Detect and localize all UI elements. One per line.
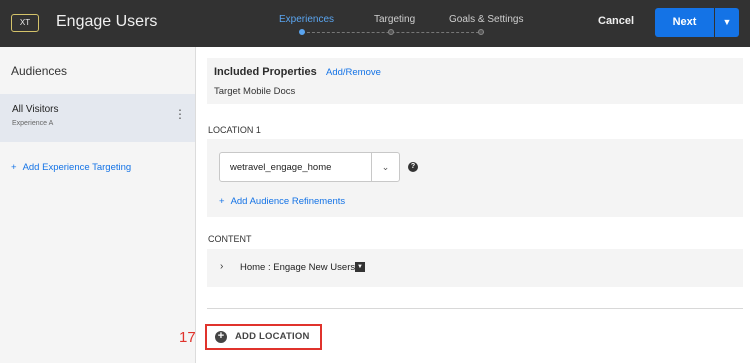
workflow-steps: Experiences Targeting Goals & Settings [260, 0, 560, 47]
chevron-right-icon[interactable]: › [220, 261, 223, 272]
next-options-button[interactable]: ▼ [715, 8, 739, 37]
add-experience-targeting-link[interactable]: + Add Experience Targeting [11, 162, 131, 173]
add-location-label: ADD LOCATION [235, 331, 310, 342]
content-panel: › Home : Engage New Users ▼ [207, 249, 743, 287]
add-audience-refinements-link[interactable]: + Add Audience Refinements [219, 196, 345, 207]
main-panel: Included Properties Add/Remove Target Mo… [197, 47, 750, 363]
chevron-down-icon: ▼ [722, 17, 732, 27]
property-name: Target Mobile Docs [214, 86, 296, 97]
step-experiences[interactable]: Experiences [279, 14, 334, 25]
location-panel: wetravel_engage_home ⌄ ? + Add Audience R… [207, 139, 743, 217]
more-options-icon[interactable]: ⋮ [174, 108, 186, 120]
audience-item-all-visitors[interactable]: All Visitors Experience A ⋮ [0, 94, 195, 142]
content-label: CONTENT [208, 234, 252, 244]
audience-name: All Visitors [12, 104, 59, 115]
activity-type-badge: XT [11, 14, 39, 32]
step-dot-goals [478, 29, 484, 35]
divider [207, 308, 743, 309]
add-audience-refinements-label: Add Audience Refinements [230, 196, 346, 207]
step-number-annotation: 17 [179, 329, 196, 346]
chevron-down-icon[interactable]: ⌄ [371, 153, 399, 181]
top-bar: XT Engage Users Experiences Targeting Go… [0, 0, 750, 47]
included-properties-panel: Included Properties Add/Remove Target Mo… [207, 58, 743, 104]
sidebar-title: Audiences [11, 64, 68, 78]
location-label: LOCATION 1 [208, 125, 261, 135]
plus-icon: + [11, 162, 17, 173]
step-targeting[interactable]: Targeting [374, 14, 415, 25]
help-icon[interactable]: ? [408, 162, 418, 172]
add-location-button[interactable]: + ADD LOCATION [205, 324, 322, 350]
location-select-value: wetravel_engage_home [230, 162, 332, 173]
add-experience-targeting-label: Add Experience Targeting [22, 162, 132, 173]
plus-icon: + [219, 196, 225, 207]
next-button[interactable]: Next [655, 8, 714, 37]
step-goals-settings[interactable]: Goals & Settings [449, 14, 523, 25]
plus-circle-icon: + [215, 331, 227, 343]
add-remove-properties-link[interactable]: Add/Remove [326, 67, 381, 78]
step-dot-targeting [388, 29, 394, 35]
location-select[interactable]: wetravel_engage_home ⌄ [219, 152, 400, 182]
audiences-sidebar: Audiences All Visitors Experience A ⋮ + A… [0, 47, 196, 363]
step-dot-experiences [299, 29, 305, 35]
cancel-button[interactable]: Cancel [598, 15, 634, 27]
content-item-name[interactable]: Home : Engage New Users [240, 262, 355, 273]
content-menu-icon[interactable]: ▼ [355, 262, 365, 272]
activity-title[interactable]: Engage Users [56, 13, 157, 31]
included-properties-title: Included Properties [214, 66, 317, 78]
audience-experience: Experience A [12, 120, 54, 127]
